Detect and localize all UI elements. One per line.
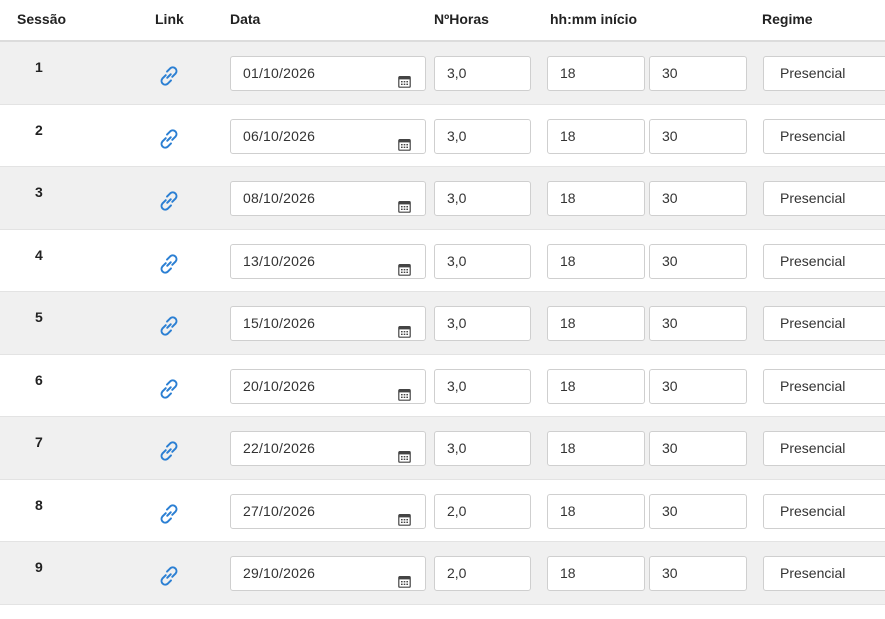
start-hour-input[interactable]: 18: [547, 181, 645, 216]
start-minute-input[interactable]: 30: [649, 306, 747, 341]
date-value: 29/10/2026: [243, 565, 316, 581]
start-minute-input[interactable]: 30: [649, 118, 747, 154]
calendar-icon[interactable]: [398, 130, 411, 151]
header-horas: NºHoras: [434, 11, 489, 27]
calendar-icon[interactable]: [398, 567, 411, 588]
link-icon[interactable]: [155, 562, 183, 590]
link-icon[interactable]: [155, 375, 183, 403]
calendar-icon[interactable]: [398, 505, 411, 526]
link-icon[interactable]: [155, 500, 183, 528]
start-minute-input[interactable]: 30: [649, 243, 747, 279]
date-value: 27/10/2026: [243, 502, 316, 519]
table-header: Sessão Link Data NºHoras hh:mm início Re…: [0, 0, 885, 42]
date-value: 20/10/2026: [243, 377, 316, 394]
hours-input[interactable]: 3,0: [434, 181, 531, 216]
hours-input[interactable]: 3,0: [434, 431, 531, 466]
date-value: 22/10/2026: [243, 440, 316, 456]
date-input[interactable]: 20/10/2026: [230, 368, 426, 404]
header-sessao: Sessão: [17, 11, 67, 27]
table-row: 9 29/10/2026 2,0 18 30 Presencial: [0, 542, 885, 605]
date-input[interactable]: 13/10/2026: [230, 243, 426, 279]
session-number: 3: [35, 184, 43, 200]
hours-input[interactable]: 3,0: [434, 243, 531, 279]
header-link: Link: [155, 11, 184, 27]
session-number: 1: [35, 59, 43, 75]
table-row: 7 22/10/2026 3,0 18 30 Presencial: [0, 417, 885, 480]
hours-input[interactable]: 3,0: [434, 306, 531, 341]
regime-select[interactable]: Presencial: [763, 493, 885, 529]
link-icon[interactable]: [155, 312, 183, 340]
hours-input[interactable]: 2,0: [434, 556, 531, 591]
date-value: 13/10/2026: [243, 252, 316, 269]
start-minute-input[interactable]: 30: [649, 493, 747, 529]
session-number: 6: [35, 371, 43, 388]
date-input[interactable]: 27/10/2026: [230, 493, 426, 529]
calendar-icon[interactable]: [398, 317, 411, 338]
table-row: 8 27/10/2026 2,0 18 30 Presencial: [0, 479, 885, 542]
session-number: 5: [35, 309, 43, 325]
date-input[interactable]: 08/10/2026: [230, 181, 426, 216]
regime-select[interactable]: Presencial: [763, 243, 885, 279]
regime-select[interactable]: Presencial: [763, 368, 885, 404]
regime-select[interactable]: Presencial: [763, 556, 885, 591]
link-icon[interactable]: [155, 62, 183, 90]
table-row: 5 15/10/2026 3,0 18 30 Presencial: [0, 292, 885, 355]
link-icon[interactable]: [155, 187, 183, 215]
header-inicio: hh:mm início: [550, 11, 638, 27]
regime-select[interactable]: Presencial: [763, 56, 885, 91]
table-row: 6 20/10/2026 3,0 18 30 Presencial: [0, 354, 885, 417]
session-number: 2: [35, 121, 43, 138]
header-data: Data: [230, 11, 261, 27]
calendar-icon[interactable]: [398, 442, 411, 463]
date-input[interactable]: 15/10/2026: [230, 306, 426, 341]
hours-input[interactable]: 2,0: [434, 493, 531, 529]
start-hour-input[interactable]: 18: [547, 493, 645, 529]
regime-select[interactable]: Presencial: [763, 118, 885, 154]
link-icon[interactable]: [155, 250, 183, 278]
start-hour-input[interactable]: 18: [547, 118, 645, 154]
table-row: 4 13/10/2026 3,0 18 30 Presencial: [0, 229, 885, 292]
start-minute-input[interactable]: 30: [649, 56, 747, 91]
start-hour-input[interactable]: 18: [547, 368, 645, 404]
header-regime: Regime: [762, 11, 813, 27]
table-row: 3 08/10/2026 3,0 18 30 Presencial: [0, 167, 885, 230]
session-number: 9: [35, 559, 43, 575]
date-value: 06/10/2026: [243, 127, 316, 144]
regime-select[interactable]: Presencial: [763, 306, 885, 341]
date-value: 15/10/2026: [243, 315, 316, 331]
start-hour-input[interactable]: 18: [547, 56, 645, 91]
date-input[interactable]: 01/10/2026: [230, 56, 426, 91]
start-hour-input[interactable]: 18: [547, 243, 645, 279]
date-value: 01/10/2026: [243, 65, 316, 81]
start-minute-input[interactable]: 30: [649, 556, 747, 591]
start-minute-input[interactable]: 30: [649, 368, 747, 404]
calendar-icon[interactable]: [398, 380, 411, 401]
table-row: 2 06/10/2026 3,0 18 30 Presencial: [0, 104, 885, 167]
calendar-icon[interactable]: [398, 67, 411, 88]
date-input[interactable]: 29/10/2026: [230, 556, 426, 591]
start-hour-input[interactable]: 18: [547, 306, 645, 341]
start-minute-input[interactable]: 30: [649, 181, 747, 216]
table-body: 1 01/10/2026 3,0 18 30 Presencial 2 06/1…: [0, 42, 885, 605]
calendar-icon[interactable]: [398, 192, 411, 213]
session-number: 4: [35, 246, 43, 263]
date-input[interactable]: 06/10/2026: [230, 118, 426, 154]
start-hour-input[interactable]: 18: [547, 556, 645, 591]
hours-input[interactable]: 3,0: [434, 368, 531, 404]
regime-select[interactable]: Presencial: [763, 181, 885, 216]
hours-input[interactable]: 3,0: [434, 118, 531, 154]
hours-input[interactable]: 3,0: [434, 56, 531, 91]
calendar-icon[interactable]: [398, 255, 411, 276]
date-value: 08/10/2026: [243, 190, 316, 206]
link-icon[interactable]: [155, 125, 183, 153]
start-hour-input[interactable]: 18: [547, 431, 645, 466]
session-number: 8: [35, 496, 43, 513]
table-row: 1 01/10/2026 3,0 18 30 Presencial: [0, 42, 885, 105]
date-input[interactable]: 22/10/2026: [230, 431, 426, 466]
start-minute-input[interactable]: 30: [649, 431, 747, 466]
session-number: 7: [35, 434, 43, 450]
sessions-table: Sessão Link Data NºHoras hh:mm início Re…: [0, 0, 885, 605]
link-icon[interactable]: [155, 437, 183, 465]
regime-select[interactable]: Presencial: [763, 431, 885, 466]
